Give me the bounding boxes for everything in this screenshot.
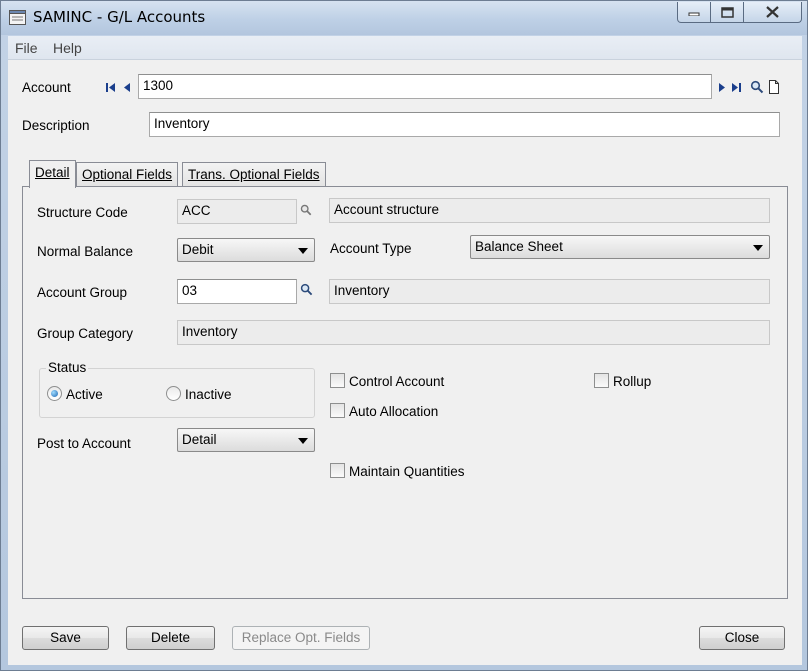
finder-icon[interactable]	[750, 80, 764, 94]
menu-help[interactable]: Help	[53, 40, 82, 56]
close-icon	[766, 6, 779, 18]
status-inactive-radio[interactable]	[166, 386, 181, 401]
account-input[interactable]: 1300	[138, 74, 712, 99]
post-to-account-label: Post to Account	[37, 436, 131, 451]
save-button[interactable]: Save	[22, 626, 109, 650]
account-group-input[interactable]: 03	[177, 279, 297, 304]
minimize-icon	[688, 12, 700, 16]
close-button[interactable]: Close	[699, 626, 785, 650]
rollup-checkbox[interactable]	[594, 373, 609, 388]
structure-code-finder-icon[interactable]	[300, 204, 312, 216]
structure-code-field: ACC	[177, 199, 297, 224]
tab-trans-optional-fields[interactable]: Trans. Optional Fields	[182, 162, 326, 187]
chevron-down-icon	[298, 248, 308, 254]
group-category-field: Inventory	[177, 320, 770, 345]
chevron-down-icon	[753, 245, 763, 251]
account-group-label: Account Group	[37, 285, 128, 300]
delete-button[interactable]: Delete	[126, 626, 215, 650]
tab-trans-optional-fields-label: Trans. Optional Fields	[188, 167, 320, 182]
maximize-button[interactable]	[710, 2, 744, 23]
post-to-account-select[interactable]: Detail	[177, 428, 315, 452]
account-type-select[interactable]: Balance Sheet	[470, 235, 770, 259]
account-type-label: Account Type	[330, 241, 412, 256]
form-area: Account 1300 Description Inventory Detai…	[8, 60, 802, 665]
tab-detail-label: Detail	[35, 165, 70, 180]
new-document-icon[interactable]	[767, 80, 781, 94]
account-group-description: Inventory	[329, 279, 770, 304]
replace-opt-fields-button[interactable]: Replace Opt. Fields	[232, 626, 370, 650]
group-category-label: Group Category	[37, 326, 134, 341]
chevron-down-icon	[298, 438, 308, 444]
account-type-value: Balance Sheet	[475, 239, 563, 254]
auto-allocation-checkbox[interactable]	[330, 403, 345, 418]
description-label: Description	[22, 118, 90, 133]
structure-code-label: Structure Code	[37, 205, 128, 220]
rollup-label[interactable]: Rollup	[613, 374, 651, 389]
next-record-icon[interactable]	[715, 80, 729, 96]
title-bar[interactable]: SAMINC - G/L Accounts	[1, 1, 807, 35]
normal-balance-value: Debit	[182, 242, 214, 257]
menu-bar: File Help	[8, 36, 802, 60]
maintain-quantities-label[interactable]: Maintain Quantities	[349, 464, 465, 479]
post-to-account-value: Detail	[182, 432, 217, 447]
status-active-radio[interactable]	[47, 386, 62, 401]
app-window-icon	[9, 10, 26, 25]
window-title: SAMINC - G/L Accounts	[33, 8, 206, 26]
normal-balance-select[interactable]: Debit	[177, 238, 315, 262]
description-input[interactable]: Inventory	[149, 112, 780, 137]
status-active-label[interactable]: Active	[66, 387, 103, 402]
previous-record-icon[interactable]	[121, 80, 135, 96]
control-account-checkbox[interactable]	[330, 373, 345, 388]
account-label: Account	[22, 80, 71, 95]
account-group-finder-icon[interactable]	[300, 283, 313, 296]
close-window-button[interactable]	[743, 2, 802, 23]
control-account-label[interactable]: Control Account	[349, 374, 444, 389]
maximize-icon	[720, 6, 734, 18]
status-inactive-label[interactable]: Inactive	[185, 387, 232, 402]
first-record-icon[interactable]	[104, 80, 118, 96]
last-record-icon[interactable]	[730, 80, 744, 96]
gl-accounts-window: SAMINC - G/L Accounts File Help Account …	[0, 0, 808, 671]
status-label: Status	[46, 360, 89, 375]
menu-file[interactable]: File	[15, 40, 38, 56]
normal-balance-label: Normal Balance	[37, 244, 134, 259]
maintain-quantities-checkbox[interactable]	[330, 463, 345, 478]
structure-code-description: Account structure	[329, 198, 770, 223]
tab-optional-fields[interactable]: Optional Fields	[76, 162, 179, 187]
minimize-button[interactable]	[677, 2, 711, 23]
tab-detail[interactable]: Detail	[29, 160, 76, 188]
tab-optional-fields-label: Optional Fields	[82, 167, 173, 182]
auto-allocation-label[interactable]: Auto Allocation	[349, 404, 438, 419]
